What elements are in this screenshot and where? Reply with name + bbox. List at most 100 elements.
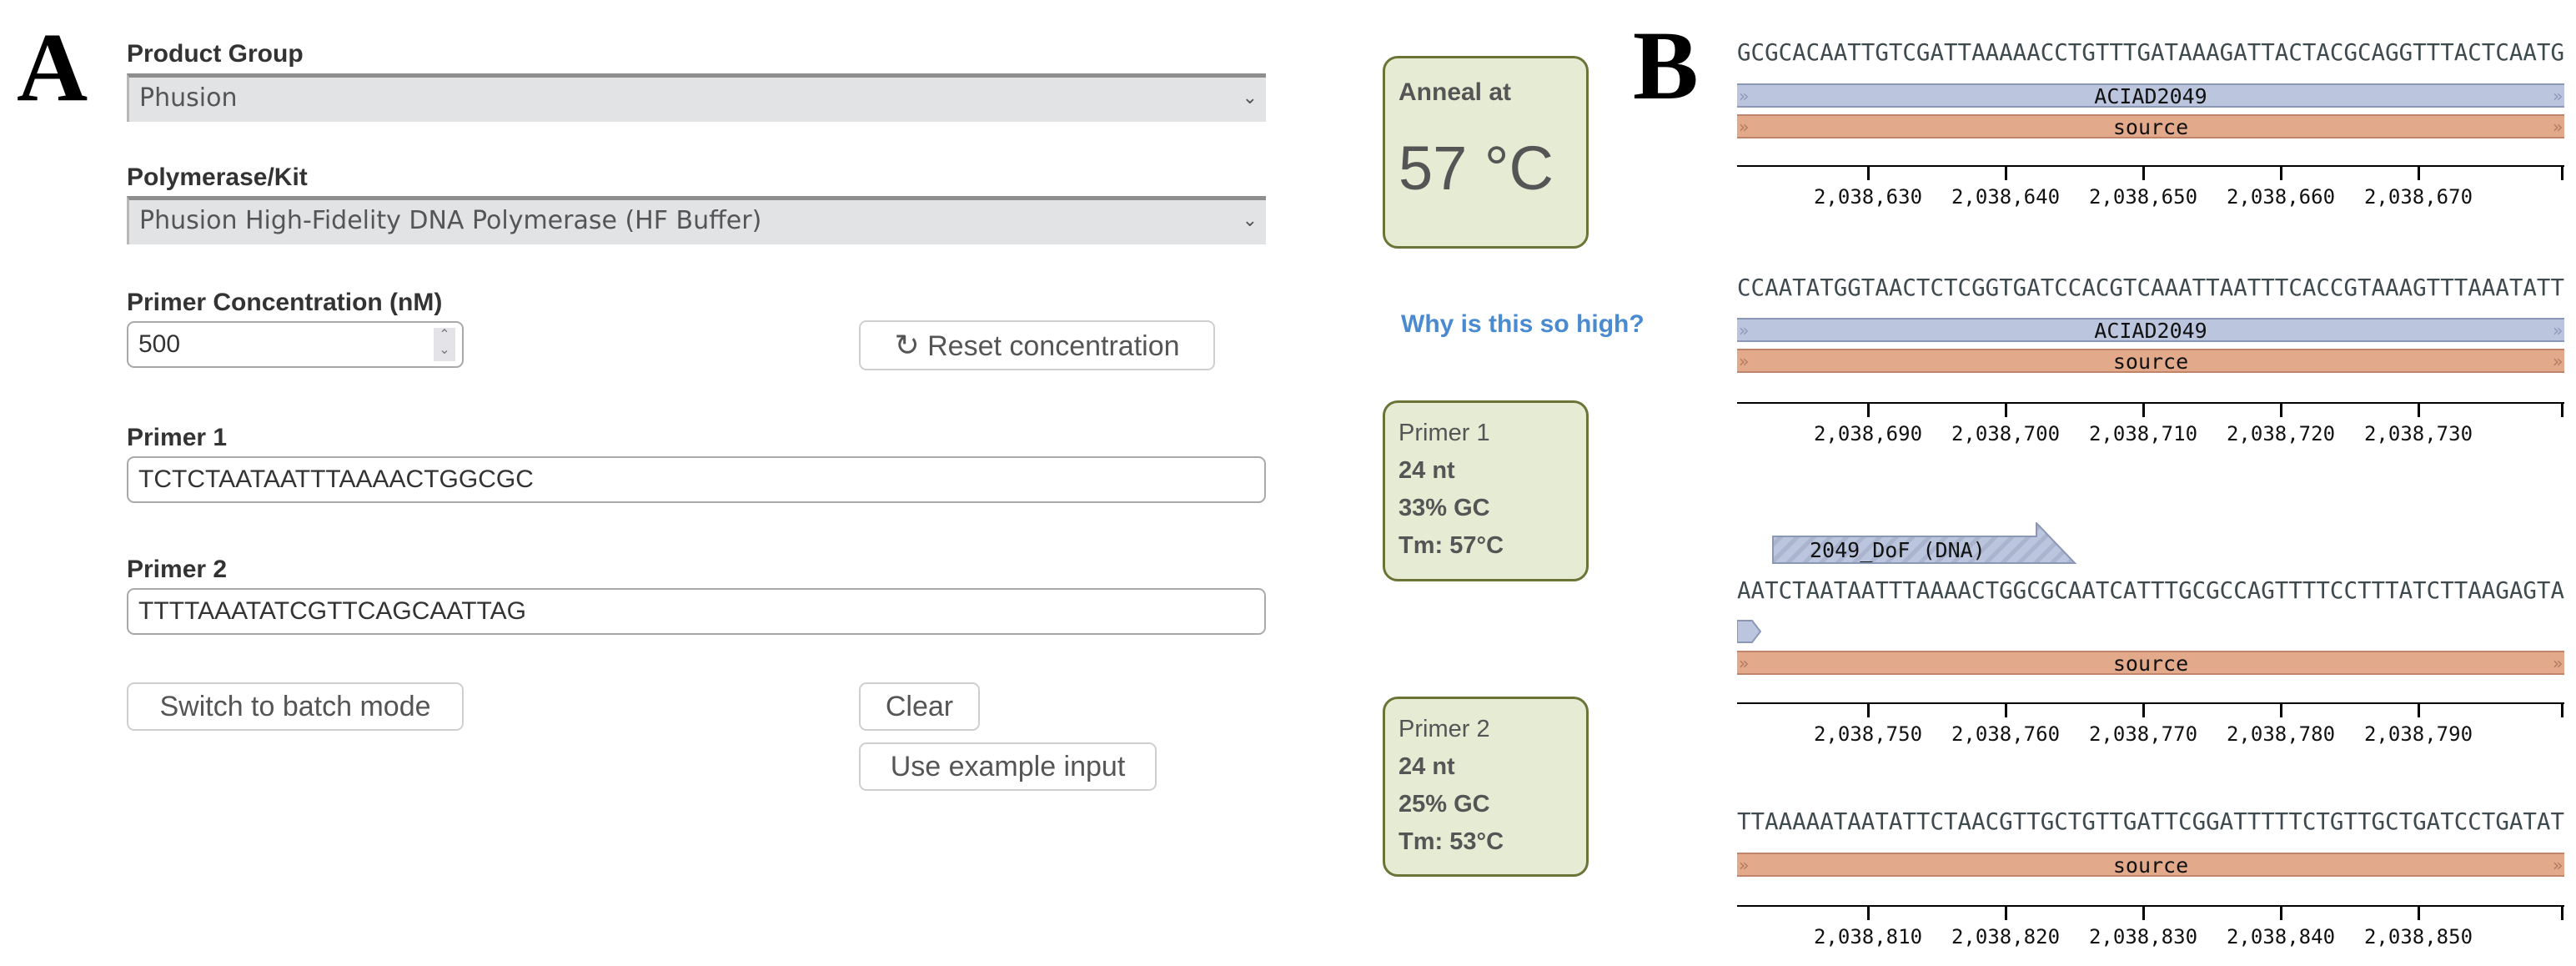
axis-tick-label: 2,038,640 xyxy=(1951,185,2061,209)
continuation-right-icon: » xyxy=(2552,653,2563,673)
why-is-this-so-high-link[interactable]: Why is this so high? xyxy=(1401,310,1645,339)
axis-tick xyxy=(2005,402,2007,417)
axis-tick-label: 2,038,810 xyxy=(1813,925,1923,948)
feature-label: source xyxy=(2112,115,2189,139)
feature-label: source xyxy=(2112,652,2189,676)
primer2-result-title: Primer 2 xyxy=(1398,716,1490,742)
primer2-result-card: Primer 2 24 nt 25% GC Tm: 53°C xyxy=(1383,697,1589,877)
axis-tick xyxy=(2280,165,2282,180)
primer1-result-length: 24 nt xyxy=(1398,457,1455,484)
feature-label: source xyxy=(2112,853,2189,878)
product-group-value: Phusion xyxy=(139,83,238,113)
polymerase-select[interactable]: Phusion High-Fidelity DNA Polymerase (HF… xyxy=(127,196,1266,244)
axis-tick-label: 2,038,650 xyxy=(2088,185,2198,209)
use-example-input-button[interactable]: Use example input xyxy=(859,742,1157,791)
axis-tick xyxy=(2280,905,2282,920)
chevron-down-icon: ⌄ xyxy=(1242,88,1258,108)
primer2-label: Primer 2 xyxy=(127,556,228,583)
axis-tick-label: 2,038,690 xyxy=(1813,422,1923,445)
feature-label: source xyxy=(2112,350,2189,374)
axis-tick xyxy=(2142,702,2145,717)
chevron-down-icon: ⌄ xyxy=(1242,210,1258,231)
polymerase-label: Polymerase/Kit xyxy=(127,164,308,191)
position-axis xyxy=(1737,165,2564,167)
sequence-text: GCGCACAATTGTCGATTAAAAACCTGTTTGATAAAGATTA… xyxy=(1737,40,2564,66)
axis-tick xyxy=(2561,702,2563,717)
continuation-right-icon: » xyxy=(2552,86,2563,106)
primer2-input[interactable]: TTTTAAATATCGTTCAGCAATTAG xyxy=(127,588,1266,635)
primer1-input[interactable]: TCTCTAATAATTTAAAACTGGCGC xyxy=(127,456,1266,503)
continuation-left-icon: » xyxy=(1739,653,1750,673)
feature-label: ACIAD2049 xyxy=(2094,319,2207,343)
gene-feature-bar[interactable]: » ACIAD2049 » xyxy=(1737,83,2564,108)
continuation-left-icon: » xyxy=(1739,320,1750,340)
continuation-right-icon: » xyxy=(2552,320,2563,340)
source-feature-bar[interactable]: » source » xyxy=(1737,853,2564,877)
axis-tick-label: 2,038,750 xyxy=(1813,722,1923,746)
reset-concentration-button[interactable]: ↻ Reset concentration xyxy=(859,320,1215,370)
axis-tick xyxy=(2418,165,2420,180)
panel-b-letter: B xyxy=(1633,11,1699,120)
axis-tick-label: 2,038,730 xyxy=(2363,422,2473,445)
axis-tick-label: 2,038,700 xyxy=(1951,422,2061,445)
axis-tick xyxy=(2005,165,2007,180)
continuation-left-icon: » xyxy=(1739,117,1750,137)
position-axis xyxy=(1737,702,2564,704)
number-stepper[interactable]: ⌃ ⌄ xyxy=(434,328,455,361)
axis-tick xyxy=(2005,905,2007,920)
axis-tick-label: 2,038,760 xyxy=(1951,722,2061,746)
axis-tick-label: 2,038,660 xyxy=(2226,185,2336,209)
primer-concentration-value: 500 xyxy=(138,330,181,358)
source-feature-bar[interactable]: » source » xyxy=(1737,349,2564,373)
primer1-result-card: Primer 1 24 nt 33% GC Tm: 57°C xyxy=(1383,400,1589,581)
axis-tick xyxy=(2280,402,2282,417)
primer1-result-gc: 33% GC xyxy=(1398,495,1490,521)
anneal-card: Anneal at 57 °C xyxy=(1383,56,1589,249)
primer-concentration-label: Primer Concentration (nM) xyxy=(127,289,443,316)
anneal-title: Anneal at xyxy=(1398,78,1512,106)
source-feature-bar[interactable]: » source » xyxy=(1737,114,2564,138)
primer1-result-title: Primer 1 xyxy=(1398,420,1490,446)
axis-tick xyxy=(1867,402,1870,417)
axis-tick-label: 2,038,830 xyxy=(2088,925,2198,948)
panel-a-letter: A xyxy=(17,13,88,122)
continuation-left-icon: » xyxy=(1739,86,1750,106)
gene-feature-bar[interactable]: » ACIAD2049 » xyxy=(1737,318,2564,342)
axis-tick xyxy=(2418,905,2420,920)
axis-tick-label: 2,038,790 xyxy=(2363,722,2473,746)
axis-tick xyxy=(2142,165,2145,180)
anneal-temperature: 57 °C xyxy=(1398,133,1554,203)
axis-tick-label: 2,038,720 xyxy=(2226,422,2336,445)
continuation-left-icon: » xyxy=(1739,855,1750,875)
axis-tick xyxy=(2142,905,2145,920)
primer1-result-tm: Tm: 57°C xyxy=(1398,532,1504,559)
axis-tick xyxy=(2561,905,2563,920)
sequence-text: AATCTAATAATTTAAAACTGGCGCAATCATTTGCGCCAGT… xyxy=(1737,578,2564,604)
axis-tick-label: 2,038,850 xyxy=(2363,925,2473,948)
primer2-result-tm: Tm: 53°C xyxy=(1398,828,1504,855)
primer1-label: Primer 1 xyxy=(127,424,228,451)
primer-continuation-arrow xyxy=(1737,620,1762,643)
continuation-right-icon: » xyxy=(2552,117,2563,137)
product-group-select[interactable]: Phusion ⌄ xyxy=(127,73,1266,122)
axis-tick-label: 2,038,670 xyxy=(2363,185,2473,209)
position-axis xyxy=(1737,402,2564,404)
primer-annotation-arrow[interactable]: 2049_DoF (DNA) xyxy=(1760,522,2110,572)
primer2-result-length: 24 nt xyxy=(1398,753,1455,780)
clear-button[interactable]: Clear xyxy=(859,682,980,731)
axis-tick-label: 2,038,780 xyxy=(2226,722,2336,746)
primer-concentration-input[interactable]: 500 ⌃ ⌄ xyxy=(127,321,464,368)
axis-tick-label: 2,038,770 xyxy=(2088,722,2198,746)
axis-tick xyxy=(2561,165,2563,180)
source-feature-bar[interactable]: » source » xyxy=(1737,651,2564,675)
continuation-right-icon: » xyxy=(2552,855,2563,875)
refresh-icon: ↻ xyxy=(894,328,920,362)
reset-concentration-label: Reset concentration xyxy=(927,330,1180,362)
axis-tick-label: 2,038,840 xyxy=(2226,925,2336,948)
axis-tick xyxy=(2280,702,2282,717)
primer-annotation-label: 2049_DoF (DNA) xyxy=(1810,538,1986,562)
sequence-text: TTAAAAATAATATTCTAACGTTGCTGTTGATTCGGATTTT… xyxy=(1737,809,2564,835)
continuation-left-icon: » xyxy=(1739,351,1750,371)
switch-to-batch-mode-button[interactable]: Switch to batch mode xyxy=(127,682,464,731)
axis-tick xyxy=(2561,402,2563,417)
